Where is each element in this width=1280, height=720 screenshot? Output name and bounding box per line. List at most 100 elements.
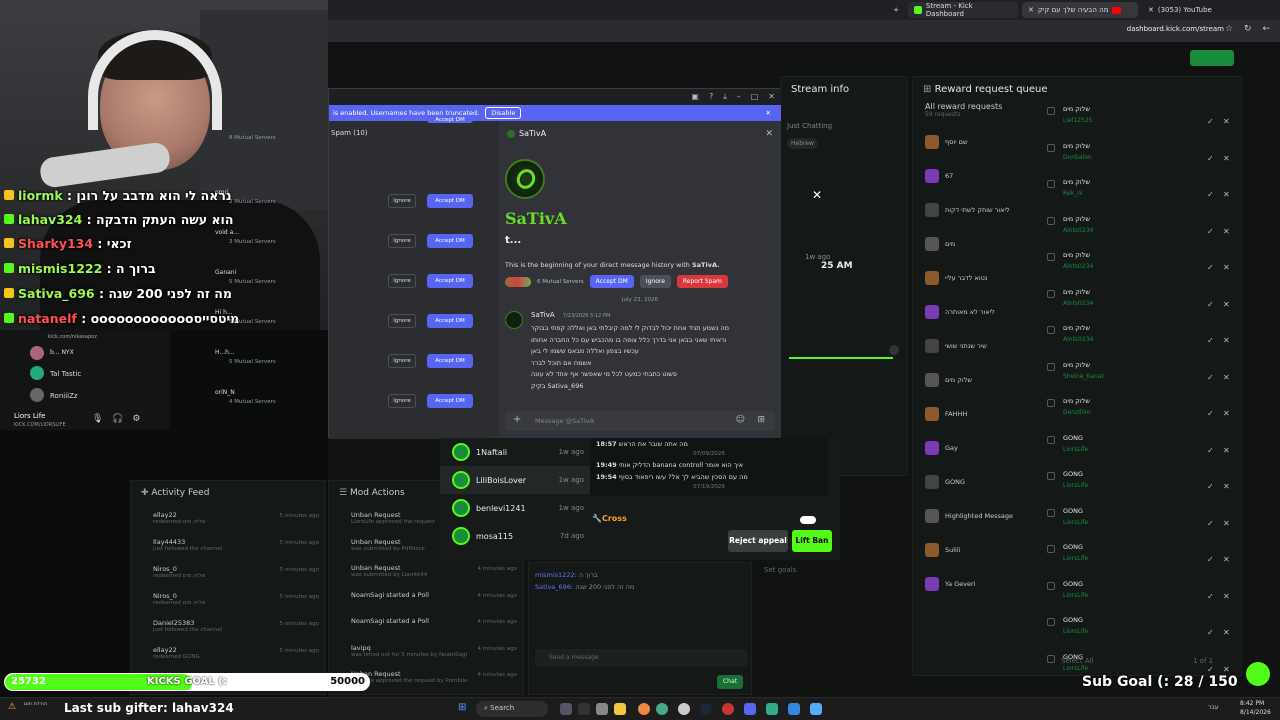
checkbox[interactable]	[1047, 472, 1055, 480]
reject-icon[interactable]: ✕	[1223, 628, 1230, 637]
reward-type[interactable]: מים	[925, 229, 1035, 259]
accept-dm-button[interactable]: Accept DM	[427, 194, 473, 208]
download-icon[interactable]: ⤓	[723, 92, 727, 102]
reject-icon[interactable]: ✕	[1223, 190, 1230, 199]
reward-type[interactable]: Ya Geveri	[925, 569, 1035, 599]
approve-icon[interactable]: ✓	[1207, 665, 1214, 674]
reward-request-row[interactable]: GONG LiorsLife ✓ ✕	[1043, 468, 1239, 500]
reward-type[interactable]: שלוק מים	[925, 365, 1035, 395]
maximize-icon[interactable]: □	[751, 92, 759, 102]
reward-type[interactable]: שיר שנתני שושי	[925, 331, 1035, 361]
checkbox[interactable]	[1047, 581, 1055, 590]
reject-icon[interactable]: ✕	[1223, 555, 1230, 564]
search-box[interactable]: ⌕ Search	[476, 701, 548, 717]
reward-request-row[interactable]: שלוק מים Alnts0234 ✓ ✕	[1043, 322, 1239, 354]
reject-icon[interactable]: ✕	[1223, 300, 1230, 309]
banned-user-row[interactable]: benlevi1241 1w ago	[440, 494, 590, 522]
chat-username[interactable]: mismis1222	[535, 571, 575, 579]
reward-request-row[interactable]: GONG LiorsLife ✓ ✕	[1043, 578, 1239, 610]
bookmark-icon[interactable]: ☆	[1225, 24, 1233, 34]
reward-request-row[interactable]: שלוק מים Donbalon ✓ ✕	[1043, 140, 1239, 172]
inbox-icon[interactable]: ▣	[691, 92, 699, 102]
reject-icon[interactable]: ✕	[1223, 117, 1230, 126]
spam-row[interactable]: H...h... 5 Mutual Servers Ignore Accept DM	[215, 341, 494, 381]
url-text[interactable]: dashboard.kick.com/stream	[1127, 25, 1224, 33]
reject-icon[interactable]: ✕	[1223, 336, 1230, 345]
checkbox[interactable]	[1047, 143, 1055, 152]
reward-request-row[interactable]: שלוק מים Rek_nl ✓ ✕	[1043, 176, 1239, 208]
approve-icon[interactable]: ✓	[1207, 336, 1214, 345]
close-icon[interactable]: ✕	[768, 92, 775, 102]
kick-chat-icon[interactable]	[1246, 662, 1270, 686]
ignore-button[interactable]: Ignore	[388, 234, 416, 248]
reward-type[interactable]: Highlighted Message	[925, 501, 1035, 531]
spam-row[interactable]: oriN_N 4 Mutual Servers Ignore Accept DM	[215, 381, 494, 421]
accept-dm-button[interactable]: Accept DM	[427, 274, 473, 288]
accept-dm-button[interactable]: Accept DM	[589, 275, 634, 288]
windows-icon[interactable]: ⊞	[458, 702, 466, 713]
reject-icon[interactable]: ✕	[1223, 519, 1230, 528]
reward-request-row[interactable]: שלוק מים Liel12525 ✓ ✕	[1043, 103, 1239, 135]
app-icon[interactable]	[810, 703, 822, 715]
chrome-icon[interactable]	[656, 703, 668, 715]
accept-dm-button[interactable]: Accept DM	[427, 117, 473, 123]
select-all-label[interactable]: Select All	[1061, 657, 1094, 665]
gear-icon[interactable]: ⚙	[132, 414, 140, 424]
tab-kick-dashboard[interactable]: Stream - Kick Dashboard	[908, 2, 1018, 18]
app-icon[interactable]	[596, 703, 608, 715]
set-goals-link[interactable]: Set goals	[764, 566, 796, 574]
ignore-button[interactable]: Ignore	[388, 194, 416, 208]
reward-request-row[interactable]: GONG LiorsLife ✓ ✕	[1043, 505, 1239, 537]
plus-icon[interactable]: +	[513, 414, 521, 425]
send-message-input[interactable]: Send a message	[535, 649, 747, 667]
approve-icon[interactable]: ✓	[1207, 263, 1214, 272]
reward-request-row[interactable]: שלוק מים Alnts0234 ✓ ✕	[1043, 249, 1239, 281]
lift-ban-button[interactable]: Lift Ban	[792, 530, 832, 552]
checkbox[interactable]	[1047, 362, 1055, 371]
ignore-button[interactable]: Ignore	[388, 314, 416, 328]
steam-icon[interactable]	[700, 703, 712, 715]
approve-icon[interactable]: ✓	[1207, 519, 1214, 528]
toggle[interactable]	[889, 345, 899, 355]
apps-icon[interactable]: ⊞	[757, 415, 765, 425]
reward-type[interactable]: נטוא לדבר עליי	[925, 263, 1035, 293]
checkbox[interactable]	[1047, 545, 1055, 553]
checkbox[interactable]	[1047, 435, 1055, 444]
checkbox[interactable]	[1047, 326, 1055, 334]
checkbox[interactable]	[1047, 654, 1055, 663]
reward-request-row[interactable]: שלוק מים Denziliim ✓ ✕	[1043, 395, 1239, 427]
approve-icon[interactable]: ✓	[1207, 628, 1214, 637]
report-spam-button[interactable]: Report Spam	[676, 275, 728, 288]
app-icon[interactable]	[766, 703, 778, 715]
reward-type[interactable]: FAHHH	[925, 399, 1035, 429]
modal-close-icon[interactable]: ✕	[812, 188, 822, 202]
approve-icon[interactable]: ✓	[1207, 154, 1214, 163]
checkbox[interactable]	[1047, 508, 1055, 517]
reward-request-row[interactable]: GONG LiorsLife ✓ ✕	[1043, 541, 1239, 573]
spam-row[interactable]: void a... 3 Mutual Servers Ignore Accept DM	[215, 221, 494, 261]
spam-row[interactable]: omri 2 Mutual Servers Ignore Accept DM	[215, 181, 494, 221]
reward-request-row[interactable]: שלוק מים Alnts0234 ✓ ✕	[1043, 286, 1239, 318]
obs-icon[interactable]	[722, 703, 734, 715]
checkbox[interactable]	[1047, 399, 1055, 407]
ignore-button[interactable]: Ignore	[388, 354, 416, 368]
approve-icon[interactable]: ✓	[1207, 117, 1214, 126]
close-icon[interactable]: ✕	[765, 129, 773, 139]
headphones-icon[interactable]: 🎧	[112, 414, 123, 424]
reject-icon[interactable]: ✕	[1223, 154, 1230, 163]
spam-row[interactable]: Hi h... 6 Mutual Servers Ignore Accept DM	[215, 301, 494, 341]
accept-dm-button[interactable]: Accept DM	[427, 394, 473, 408]
checkbox[interactable]	[1047, 253, 1055, 261]
approve-icon[interactable]: ✓	[1207, 555, 1214, 564]
reward-request-row[interactable]: GONG LiorsLife ✓ ✕	[1043, 432, 1239, 464]
app-icon[interactable]	[578, 703, 590, 715]
close-icon[interactable]: ✕	[766, 109, 771, 117]
banned-user-row[interactable]: LiliBoisLover 1w ago	[440, 466, 590, 494]
reward-type[interactable]: Gay	[925, 433, 1035, 463]
close-icon[interactable]: ✕	[1148, 6, 1154, 14]
approve-icon[interactable]: ✓	[1207, 300, 1214, 309]
firefox-icon[interactable]	[638, 703, 650, 715]
banned-user-row[interactable]: 1Naftali 1w ago	[440, 438, 590, 466]
reward-request-row[interactable]: שלוק מים Sheine_Kanat ✓ ✕	[1043, 359, 1239, 391]
ignore-button[interactable]: Ignore	[388, 274, 416, 288]
